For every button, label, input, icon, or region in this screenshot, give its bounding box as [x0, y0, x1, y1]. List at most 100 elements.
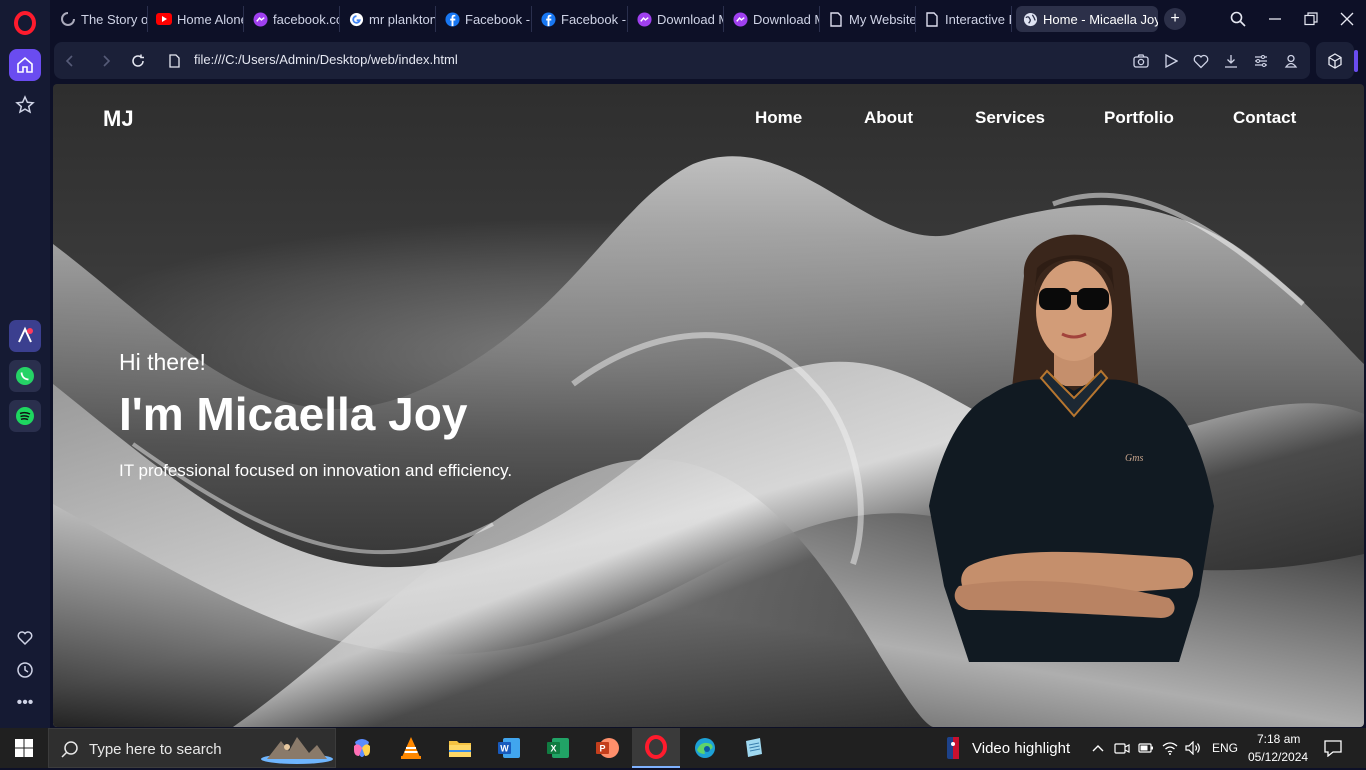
- extensions-cube-icon[interactable]: [1316, 42, 1354, 79]
- tab[interactable]: The Story of: [54, 6, 148, 32]
- opera-logo-icon[interactable]: [13, 11, 37, 35]
- snapshot-camera-icon[interactable]: [1131, 51, 1151, 71]
- reload-icon[interactable]: [128, 51, 148, 71]
- minimize-icon[interactable]: [1264, 8, 1286, 30]
- history-clock-icon[interactable]: [9, 654, 41, 686]
- notepad-icon[interactable]: [730, 728, 778, 768]
- send-to-flow-icon[interactable]: [1161, 51, 1181, 71]
- web-page-viewport: MJ Home About Services Portfolio Contact…: [53, 84, 1364, 727]
- windows-start-icon[interactable]: [0, 728, 48, 768]
- battery-icon[interactable]: [1138, 740, 1154, 756]
- search-tabs-icon[interactable]: [1227, 8, 1249, 30]
- tab-title: Facebook - I: [465, 11, 531, 27]
- nav-portfolio[interactable]: Portfolio: [1104, 108, 1174, 128]
- site-logo[interactable]: MJ: [103, 106, 134, 132]
- messenger-icon: [732, 11, 748, 27]
- spotify-icon[interactable]: [9, 400, 41, 432]
- nav-about[interactable]: About: [864, 108, 913, 128]
- file-explorer-icon[interactable]: [436, 728, 484, 768]
- meet-now-icon[interactable]: [1114, 740, 1130, 756]
- facebook-icon: [444, 11, 460, 27]
- clock-time[interactable]: 7:18 am: [1257, 732, 1300, 746]
- excel-icon[interactable]: X: [534, 728, 582, 768]
- tab-title: Home Alone: [177, 11, 243, 27]
- tab-active[interactable]: Home - Micaella Joy: [1016, 6, 1158, 32]
- address-toolbar: file:///C:/Users/Admin/Desktop/web/index…: [54, 42, 1310, 79]
- notifications-icon[interactable]: [1324, 739, 1342, 757]
- tab[interactable]: Facebook - I: [438, 6, 532, 32]
- whatsapp-icon[interactable]: [9, 360, 41, 392]
- google-icon: [348, 11, 364, 27]
- globe-icon: [1022, 11, 1038, 27]
- search-highlight-image: [257, 733, 335, 770]
- wifi-icon[interactable]: [1162, 740, 1178, 756]
- tab[interactable]: Download M: [630, 6, 724, 32]
- restore-icon[interactable]: [1300, 8, 1322, 30]
- nba-icon[interactable]: [944, 737, 962, 759]
- tab[interactable]: Interactive P: [918, 6, 1012, 32]
- tab-title: Download M: [753, 11, 819, 27]
- aria-app-icon[interactable]: [9, 320, 41, 352]
- powerpoint-icon[interactable]: P: [583, 728, 631, 768]
- messenger-icon: [252, 11, 268, 27]
- profile-user-icon[interactable]: [1281, 51, 1301, 71]
- file-icon: [828, 11, 844, 27]
- tab-title: Download M: [657, 11, 723, 27]
- input-language[interactable]: ENG: [1212, 741, 1238, 755]
- clock-date[interactable]: 05/12/2024: [1248, 750, 1308, 764]
- nav-home[interactable]: Home: [755, 108, 802, 128]
- search-placeholder: Type here to search: [89, 741, 222, 758]
- tab-title: Home - Micaella Joy: [1043, 11, 1158, 27]
- tab[interactable]: facebook.co: [246, 6, 340, 32]
- word-icon[interactable]: W: [485, 728, 533, 768]
- tab[interactable]: Home Alone: [150, 6, 244, 32]
- hero-tagline: IT professional focused on innovation an…: [119, 461, 513, 480]
- edge-icon[interactable]: [681, 728, 729, 768]
- sidebar-accent-bar: [1354, 50, 1358, 72]
- file-icon: [924, 11, 940, 27]
- more-options-icon[interactable]: •••: [9, 687, 41, 719]
- tab-strip: The Story of Home Alone facebook.co mr p…: [50, 0, 1366, 38]
- windows-taskbar: Type here to search W X P Video highligh…: [0, 728, 1366, 768]
- easy-setup-sliders-icon[interactable]: [1251, 51, 1271, 71]
- chevron-up-icon[interactable]: [1090, 740, 1106, 756]
- bookmark-heart-icon[interactable]: [1191, 51, 1211, 71]
- profile-portrait-image: Gms: [929, 234, 1214, 662]
- youtube-icon: [156, 11, 172, 27]
- video-highlight-widget[interactable]: Video highlight: [972, 740, 1070, 757]
- tab-title: The Story of: [81, 11, 147, 27]
- close-icon[interactable]: [1336, 8, 1358, 30]
- tab-title: Facebook - I: [561, 11, 627, 27]
- nav-contact[interactable]: Contact: [1233, 108, 1296, 128]
- back-arrow-icon[interactable]: [60, 51, 80, 71]
- svg-text:X: X: [550, 744, 556, 754]
- forward-arrow-icon[interactable]: [96, 51, 116, 71]
- tab-title: Interactive P: [945, 11, 1011, 27]
- facebook-icon: [540, 11, 556, 27]
- tab[interactable]: Download M: [726, 6, 820, 32]
- tab-title: mr plankton: [369, 11, 435, 27]
- tab[interactable]: mr plankton: [342, 6, 436, 32]
- address-bar-url[interactable]: file:///C:/Users/Admin/Desktop/web/index…: [194, 52, 458, 67]
- download-icon[interactable]: [1221, 51, 1241, 71]
- opera-taskbar-icon[interactable]: [632, 728, 680, 768]
- search-icon: [61, 740, 79, 763]
- taskbar-search-box[interactable]: Type here to search: [48, 728, 336, 768]
- heart-icon[interactable]: [9, 622, 41, 654]
- home-icon[interactable]: [9, 49, 41, 81]
- new-tab-plus-icon[interactable]: +: [1164, 8, 1186, 30]
- nav-services[interactable]: Services: [975, 108, 1045, 128]
- speed-dial-star-icon[interactable]: [9, 89, 41, 121]
- tab[interactable]: Facebook - I: [534, 6, 628, 32]
- copilot-icon[interactable]: [338, 728, 386, 768]
- tab-title: My Website: [849, 11, 915, 27]
- hero-greeting: Hi there!: [119, 349, 206, 375]
- browser-sidebar: •••: [0, 0, 50, 728]
- vlc-icon[interactable]: [387, 728, 435, 768]
- hero-name-heading: I'm Micaella Joy: [119, 388, 468, 440]
- volume-icon[interactable]: [1185, 740, 1201, 756]
- svg-text:P: P: [599, 744, 605, 754]
- tab[interactable]: My Website: [822, 6, 916, 32]
- page-info-file-icon[interactable]: [164, 51, 184, 71]
- loading-icon: [60, 11, 76, 27]
